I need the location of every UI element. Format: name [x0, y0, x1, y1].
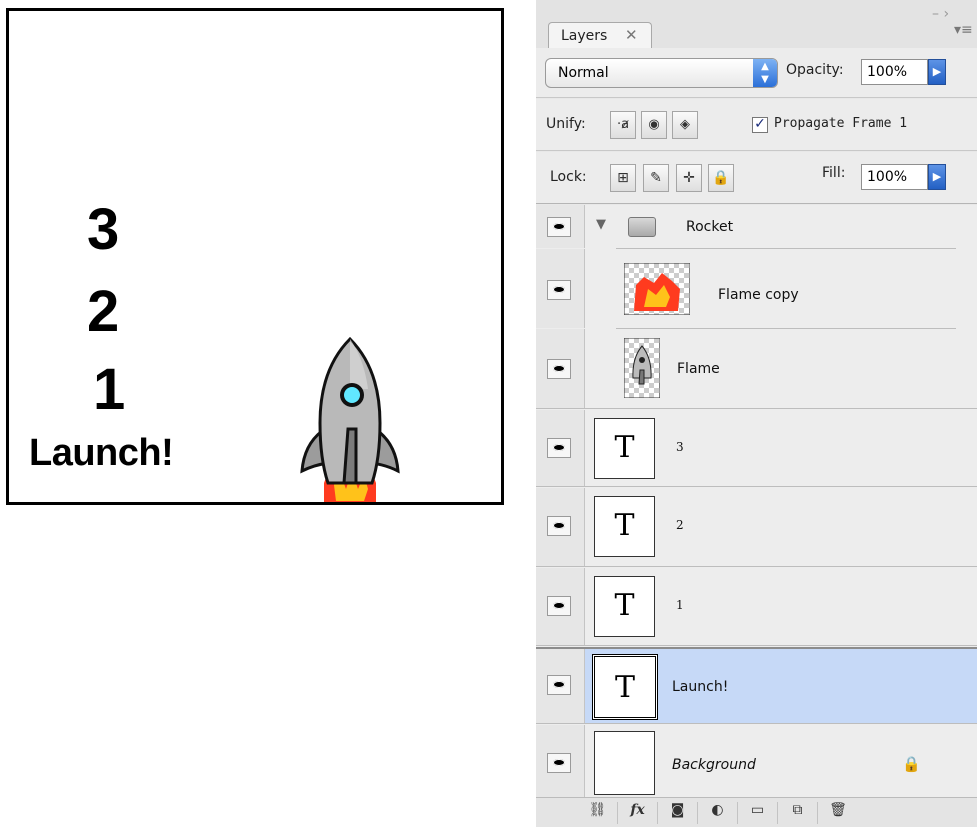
fx-icon[interactable]: fx — [618, 802, 658, 824]
text-layer-thumbnail-icon: T — [594, 418, 655, 479]
layer-row-3[interactable]: T 3 — [536, 410, 977, 487]
layer-name-rocket: Rocket — [686, 219, 734, 235]
fill-label: Fill: — [822, 165, 846, 181]
layers-list: ▼ Rocket Flame copy Flame T 3 T 2 T 1 T … — [536, 205, 977, 802]
lock-all-icon[interactable]: 🔒 — [708, 164, 734, 192]
layer-row-flame-copy[interactable]: Flame copy — [536, 249, 977, 328]
layers-panel: Layers ✕ – › ▾≡ Normal ▲ ▼ Opacity: 100% … — [536, 0, 977, 827]
blend-mode-value: Normal — [558, 65, 609, 81]
layer-row-2[interactable]: T 2 — [536, 488, 977, 567]
tab-layers-label: Layers — [561, 28, 608, 44]
text-layer-thumbnail-icon: T — [592, 654, 658, 720]
visibility-eye-icon[interactable] — [547, 753, 571, 773]
layer-name-flame: Flame — [677, 361, 720, 377]
layer-name-2: 2 — [676, 518, 684, 532]
unify-visibility-icon[interactable]: ◉ — [641, 111, 667, 139]
visibility-eye-icon[interactable] — [547, 359, 571, 379]
opacity-input[interactable]: 100% — [861, 59, 928, 85]
opacity-slider-arrow-icon[interactable]: ▶ — [928, 59, 946, 85]
tab-layers[interactable]: Layers ✕ — [548, 22, 652, 50]
unify-position-icon[interactable]: ·ⱥ — [610, 111, 636, 139]
close-tab-icon[interactable]: ✕ — [625, 26, 638, 44]
visibility-eye-icon[interactable] — [547, 217, 571, 237]
fx-label: fx — [630, 802, 645, 818]
flame-copy-thumbnail — [624, 263, 690, 315]
layer-name-1: 1 — [676, 598, 684, 612]
fill-input[interactable]: 100% — [861, 164, 928, 190]
countdown-2-text: 2 — [87, 279, 120, 344]
expand-triangle-icon[interactable]: ▼ — [596, 217, 606, 232]
unify-label: Unify: — [546, 116, 586, 132]
panel-tabbar: Layers ✕ – › ▾≡ — [536, 0, 977, 50]
background-thumbnail — [594, 731, 655, 795]
blend-mode-select[interactable]: Normal ▲ ▼ — [545, 58, 778, 88]
lock-image-icon[interactable]: ✎ — [643, 164, 669, 192]
countdown-3-text: 3 — [87, 197, 120, 262]
propagate-frame-checkbox[interactable]: ✓ — [752, 117, 768, 133]
lock-position-icon[interactable]: ✛ — [676, 164, 702, 192]
layer-name-launch: Launch! — [672, 679, 729, 695]
visibility-eye-icon[interactable] — [547, 280, 571, 300]
folder-icon — [628, 217, 656, 237]
layer-row-launch[interactable]: T Launch! — [536, 647, 977, 724]
text-layer-thumbnail-icon: T — [594, 496, 655, 557]
layer-mask-icon[interactable]: ◙ — [658, 802, 698, 824]
layer-name-3: 3 — [676, 440, 684, 454]
opacity-label: Opacity: — [786, 62, 844, 78]
blend-mode-stepper-icon[interactable]: ▲ ▼ — [753, 59, 777, 87]
visibility-eye-icon[interactable] — [547, 675, 571, 695]
blend-opacity-row: Normal ▲ ▼ Opacity: 100% ▶ — [536, 48, 977, 98]
text-layer-thumbnail-icon: T — [594, 576, 655, 637]
layer-row-rocket[interactable]: ▼ Rocket — [536, 205, 977, 248]
unify-style-icon[interactable]: ◈ — [672, 111, 698, 139]
lock-transparent-icon[interactable]: ⊞ — [610, 164, 636, 192]
new-group-icon[interactable]: ▭ — [738, 802, 778, 824]
layers-bottom-toolbar: ⛓ fx ◙ ◐ ▭ ⧉ 🗑 — [536, 797, 977, 827]
unify-row: Unify: ·ⱥ ◉ ◈ ✓ Propagate Frame 1 — [536, 99, 977, 151]
lock-icon: 🔒 — [902, 755, 921, 773]
collapse-panel-icon[interactable]: – › — [932, 6, 949, 22]
launch-text: Launch! — [29, 432, 174, 474]
document-canvas[interactable]: 3 2 1 Launch! — [6, 8, 504, 505]
panel-menu-icon[interactable]: ▾≡ — [954, 22, 973, 38]
rocket-image — [300, 336, 400, 502]
layer-row-1[interactable]: T 1 — [536, 568, 977, 646]
visibility-eye-icon[interactable] — [547, 438, 571, 458]
propagate-frame-label: Propagate Frame 1 — [774, 116, 908, 131]
visibility-eye-icon[interactable] — [547, 596, 571, 616]
visibility-eye-icon[interactable] — [547, 516, 571, 536]
link-layers-icon[interactable]: ⛓ — [578, 802, 618, 824]
layer-name-background: Background — [672, 757, 756, 773]
lock-label: Lock: — [550, 169, 587, 185]
layer-row-background[interactable]: Background 🔒 — [536, 725, 977, 802]
countdown-1-text: 1 — [93, 357, 126, 422]
lock-fill-row: Lock: ⊞ ✎ ✛ 🔒 Fill: 100% ▶ — [536, 152, 977, 204]
adjustment-layer-icon[interactable]: ◐ — [698, 802, 738, 824]
new-layer-icon[interactable]: ⧉ — [778, 802, 818, 824]
layer-row-flame[interactable]: Flame — [536, 329, 977, 409]
fill-slider-arrow-icon[interactable]: ▶ — [928, 164, 946, 190]
trash-icon[interactable]: 🗑 — [818, 802, 858, 824]
flame-thumbnail — [624, 338, 660, 398]
layer-name-flame-copy: Flame copy — [718, 287, 799, 303]
